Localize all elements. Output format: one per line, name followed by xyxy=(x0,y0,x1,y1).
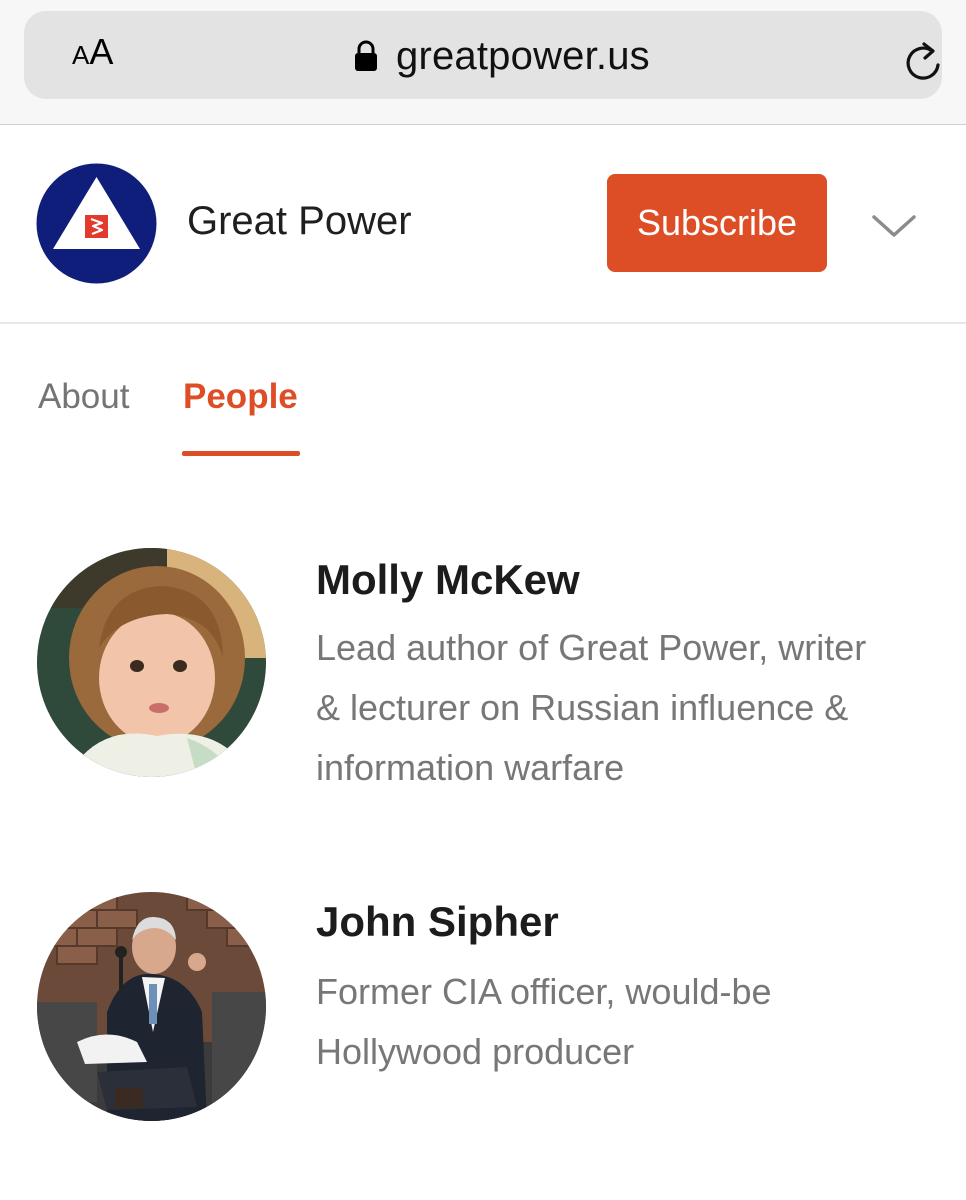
publication-logo[interactable] xyxy=(36,163,157,284)
person-name[interactable]: Molly McKew xyxy=(316,556,580,604)
tab-about[interactable]: About xyxy=(38,377,129,417)
person-card: Molly McKew Lead author of Great Power, … xyxy=(0,548,966,798)
bio-line: Former CIA officer, would-be xyxy=(316,971,772,1012)
tab-people[interactable]: People xyxy=(183,377,298,417)
seated-speaker-photo xyxy=(37,892,266,1121)
person-card: John Sipher Former CIA officer, would-be… xyxy=(0,892,966,1132)
avatar[interactable] xyxy=(37,892,266,1121)
site-title[interactable]: Great Power xyxy=(187,199,412,244)
bio-line: Hollywood producer xyxy=(316,1031,635,1072)
person-name[interactable]: John Sipher xyxy=(316,898,559,946)
text-size-large-glyph: A xyxy=(89,31,114,72)
url-display[interactable]: greatpower.us xyxy=(354,33,650,79)
address-bar[interactable]: A A greatpower.us xyxy=(24,11,942,99)
person-bio: Former CIA officer, would-be Hollywood p… xyxy=(316,962,956,1082)
bio-line: Lead author of Great Power, writer xyxy=(316,627,867,668)
text-size-button[interactable]: A A xyxy=(72,31,113,79)
child-portrait-photo xyxy=(37,548,266,777)
site-header: Great Power Subscribe xyxy=(0,125,966,324)
chevron-down-icon[interactable] xyxy=(870,211,918,241)
reload-icon[interactable] xyxy=(902,41,944,87)
bio-line: & lecturer on Russian influence & xyxy=(316,687,849,728)
active-tab-indicator xyxy=(182,451,300,456)
text-size-small-glyph: A xyxy=(72,40,90,70)
lock-icon xyxy=(355,40,377,71)
tab-bar: About People xyxy=(0,325,966,465)
browser-toolbar: A A greatpower.us xyxy=(0,0,966,125)
avatar[interactable] xyxy=(37,548,266,777)
subscribe-button[interactable]: Subscribe xyxy=(607,174,827,272)
url-text: greatpower.us xyxy=(396,33,650,78)
person-bio: Lead author of Great Power, writer & lec… xyxy=(316,618,956,798)
bio-line: information warfare xyxy=(316,747,625,788)
